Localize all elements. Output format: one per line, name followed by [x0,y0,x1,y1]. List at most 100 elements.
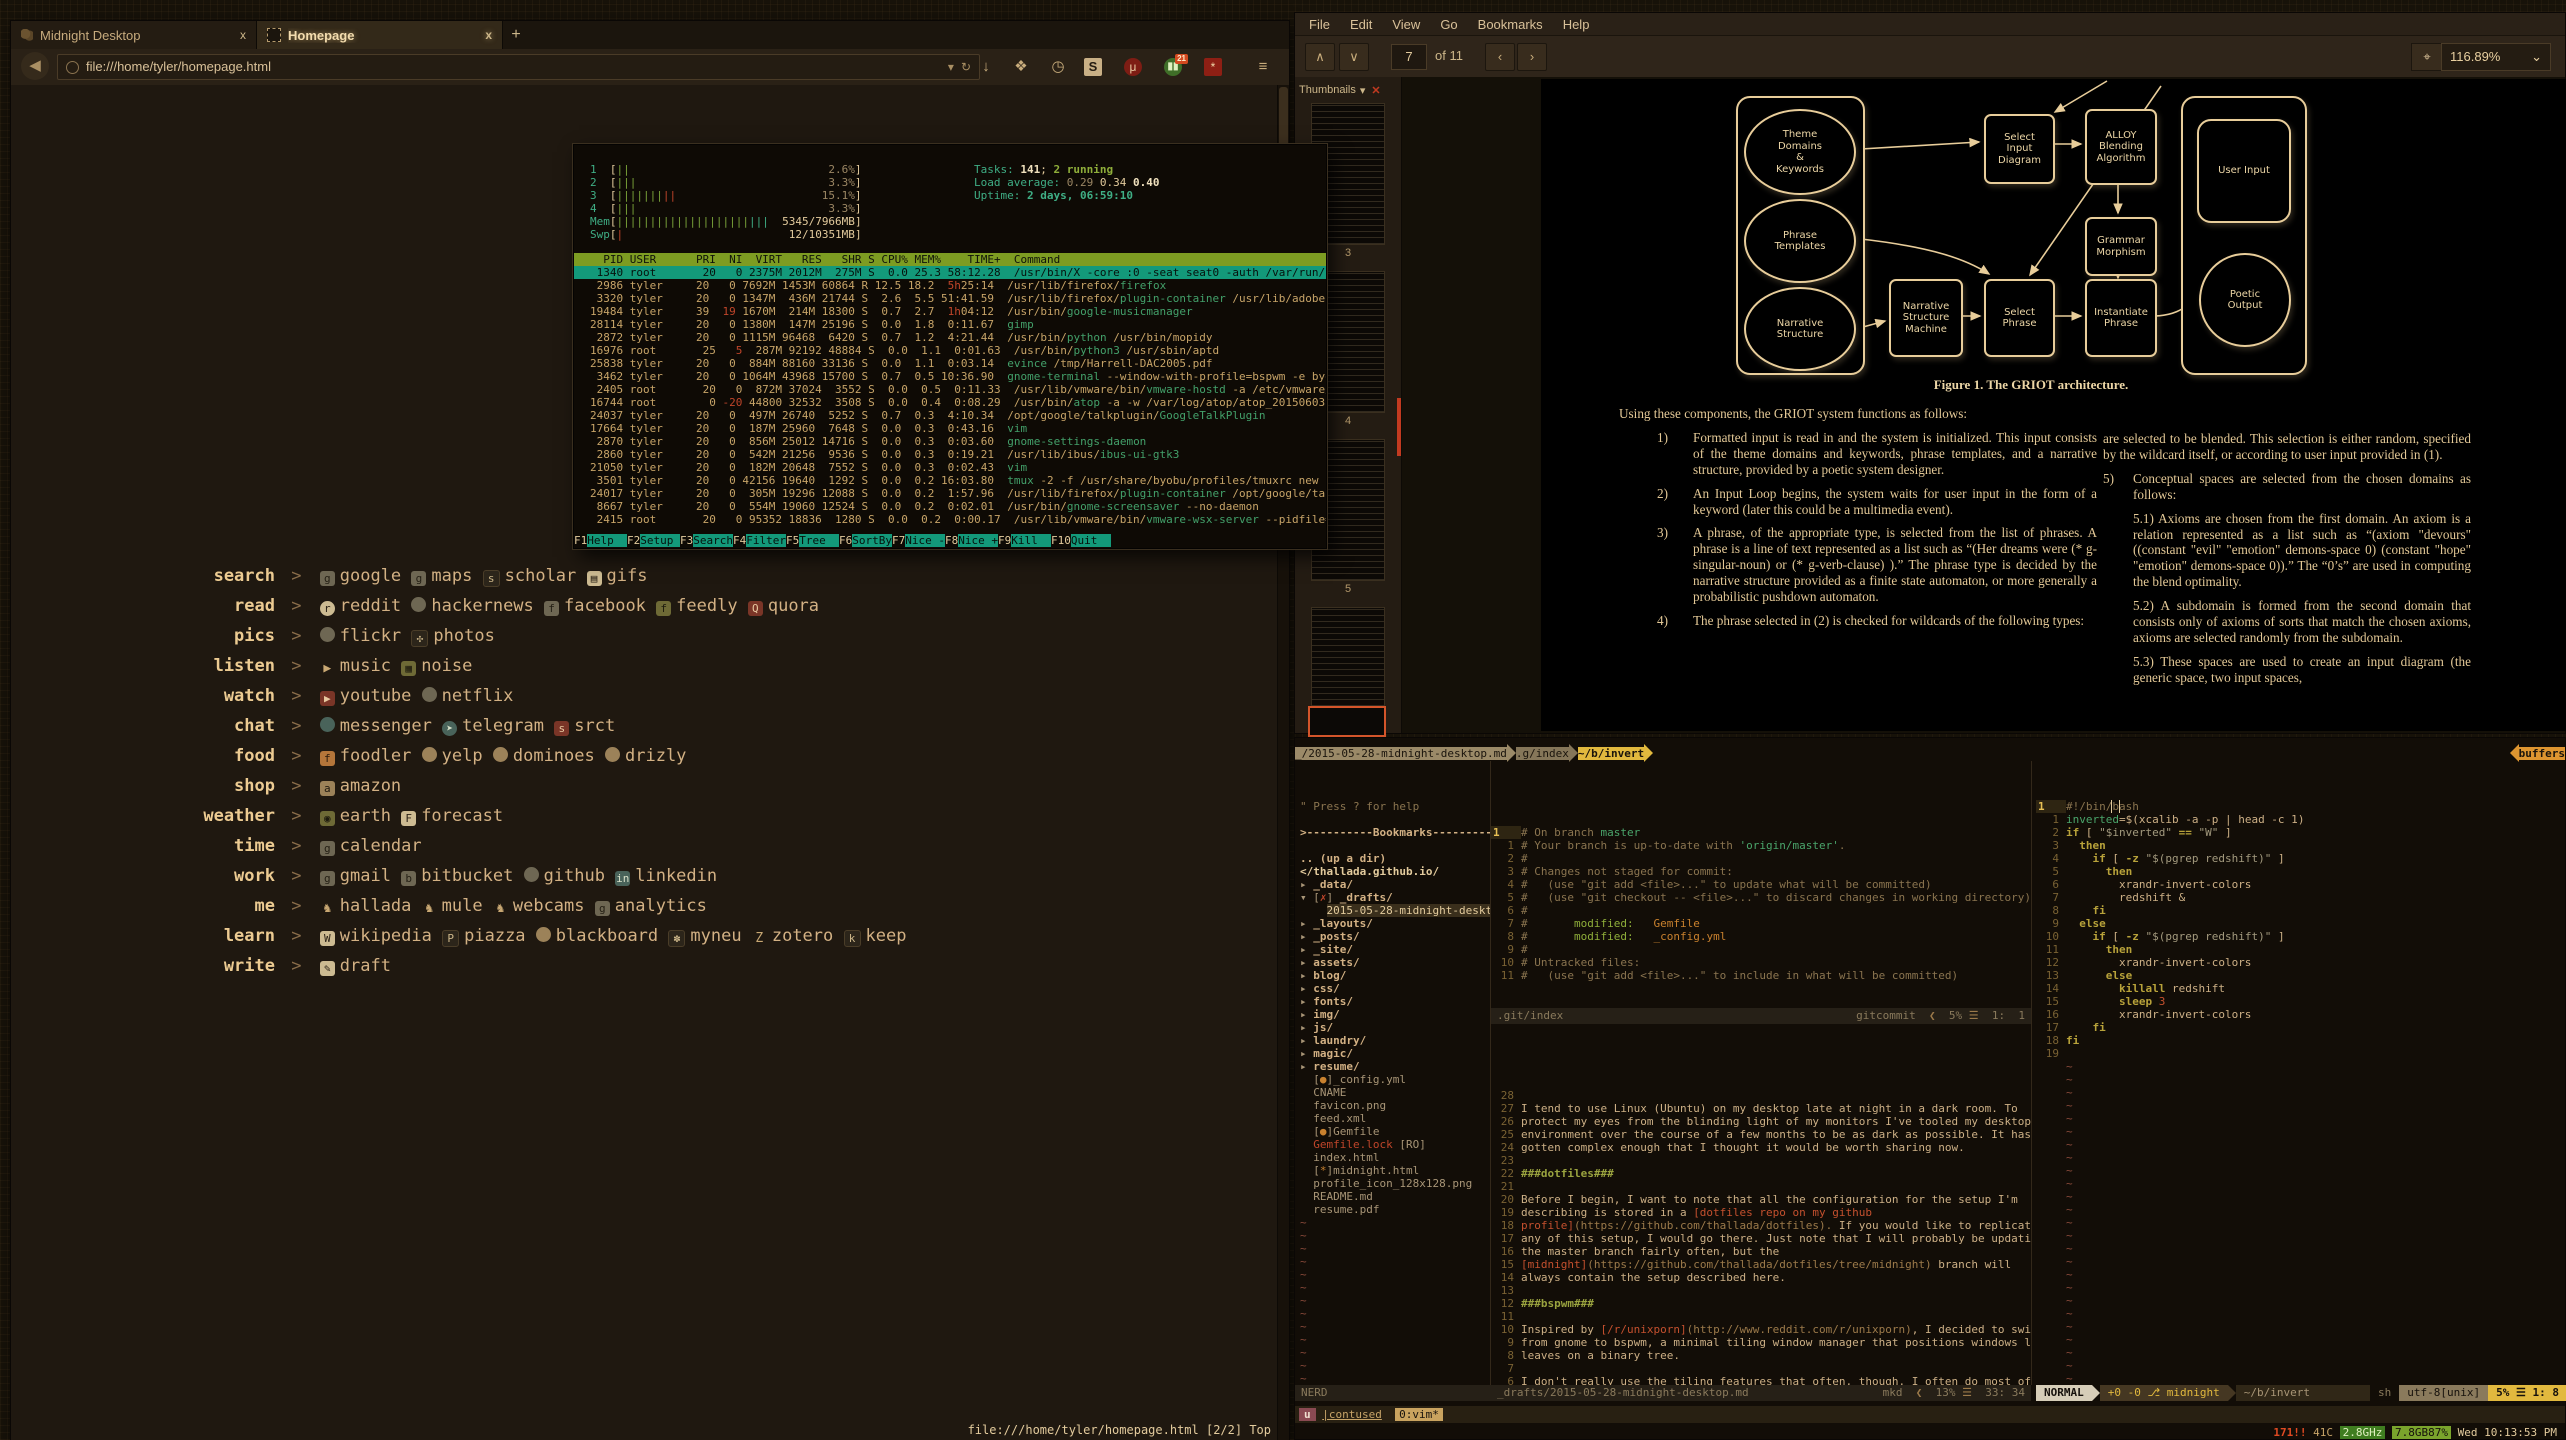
htop-f5[interactable]: F5 [786,534,799,547]
link-mule[interactable]: mule [442,896,483,916]
htop-f8[interactable]: F8 [945,534,958,547]
link-foodler[interactable]: foodler [340,746,412,766]
link-google[interactable]: google [340,566,401,586]
htop-f3[interactable]: F3 [680,534,693,547]
link-photos[interactable]: photos [433,626,494,646]
link-draft[interactable]: draft [340,956,391,976]
selected-page-thumbnail[interactable] [1308,706,1386,737]
process-row[interactable]: 2872 tyler 20 0 1115M 96468 6420 S 0.7 1… [574,331,1326,344]
link-flickr[interactable]: flickr [340,626,401,646]
process-row[interactable]: 2860 tyler 20 0 542M 21256 9536 S 0.0 0.… [574,448,1326,461]
crosshair-tool-icon[interactable]: ⌖ [2411,43,2443,71]
page-up-button[interactable]: ∧ [1305,43,1335,71]
page-number-input[interactable]: 7 [1391,44,1427,70]
link-hallada[interactable]: hallada [340,896,412,916]
menu-item[interactable]: Help [1563,17,1590,32]
s-extension-icon[interactable]: S [1084,58,1102,76]
invert-script-pane[interactable]: 1#!/bin/bash1inverted=$(xcalib -a -p | h… [2036,761,2566,1385]
nerdtree-pane[interactable]: " Press ? for help >----------Bookmarks-… [1295,761,1491,1385]
link-music[interactable]: music [340,656,391,676]
link-forecast[interactable]: forecast [421,806,503,826]
tab-close-icon[interactable]: x [485,28,492,42]
link-quora[interactable]: quora [768,596,819,616]
zoom-control[interactable]: 116.89% ⌄ [2441,43,2551,71]
process-row[interactable]: 21050 tyler 20 0 182M 20648 7552 S 0.0 0… [574,461,1326,474]
link-youtube[interactable]: youtube [340,686,412,706]
sidebar-caret-icon[interactable]: ▾ [1360,84,1366,97]
link-analytics[interactable]: analytics [615,896,707,916]
lastpass-asterisk-icon[interactable]: * [1204,58,1222,76]
buffer-tab-git-index[interactable]: .g/index [1516,747,1569,760]
sidebar-title[interactable]: Thumbnails [1299,84,1356,96]
menu-item[interactable]: Bookmarks [1478,17,1543,32]
htop-f10[interactable]: F10 [1051,534,1071,547]
reload-icon[interactable]: ↻ [961,55,971,79]
link-noise[interactable]: noise [421,656,472,676]
htop-f2[interactable]: F2 [627,534,640,547]
process-row[interactable]: 17664 tyler 20 0 187M 25960 7648 S 0.0 0… [574,422,1326,435]
link-gifs[interactable]: gifs [607,566,648,586]
link-bitbucket[interactable]: bitbucket [421,866,513,886]
link-piazza[interactable]: piazza [464,926,525,946]
link-github[interactable]: github [544,866,605,886]
link-srct[interactable]: srct [574,716,615,736]
link-blackboard[interactable]: blackboard [556,926,658,946]
process-row[interactable]: 16976 root 25 5 287M 92192 48884 S 0.0 1… [574,344,1326,357]
process-row[interactable]: 16744 root 0 -20 44800 32532 3508 S 0.0 … [574,396,1326,409]
link-telegram[interactable]: telegram [462,716,544,736]
link-webcams[interactable]: webcams [513,896,585,916]
link-messenger[interactable]: messenger [340,716,432,736]
process-row[interactable]: 2986 tyler 20 0 7692M 1453M 60864 R 12.5… [574,279,1326,292]
htop-f6[interactable]: F6 [839,534,852,547]
menu-item[interactable]: Edit [1350,17,1372,32]
process-row[interactable]: 1340 root 20 0 2375M 2012M 275M S 0.0 25… [574,266,1326,279]
link-hackernews[interactable]: hackernews [431,596,533,616]
process-row[interactable]: 2870 tyler 20 0 856M 25012 14716 S 0.0 0… [574,435,1326,448]
link-keep[interactable]: keep [866,926,907,946]
back-button[interactable]: ◀ [21,52,49,80]
process-table-header[interactable]: PID USER PRI NI VIRT RES SHR S CPU% MEM%… [574,253,1326,266]
vim-middle-pane[interactable]: 1# On branch master1# Your branch is up-… [1491,761,2032,1385]
link-amazon[interactable]: amazon [340,776,401,796]
hamburger-menu-icon[interactable]: ≡ [1251,55,1275,79]
process-row[interactable]: 2405 root 20 0 872M 37024 3552 S 0.0 0.5… [574,383,1326,396]
process-row[interactable]: 2415 root 20 0 95352 18836 1280 S 0.0 0.… [574,513,1326,526]
process-row[interactable]: 24017 tyler 20 0 305M 19296 12088 S 0.0 … [574,487,1326,500]
menu-item[interactable]: File [1309,17,1330,32]
link-netflix[interactable]: netflix [442,686,514,706]
link-earth[interactable]: earth [340,806,391,826]
process-row[interactable]: 25838 tyler 20 0 884M 88160 33136 S 0.0 … [574,357,1326,370]
link-scholar[interactable]: scholar [505,566,577,586]
url-dropdown-icon[interactable]: ▾ [948,55,954,79]
chart-extension-icon[interactable]: ▮▮21 [1164,58,1182,76]
process-row[interactable]: 19484 tyler 39 19 1670M 214M 18300 S 0.7… [574,305,1326,318]
link-maps[interactable]: maps [431,566,472,586]
url-bar[interactable]: file:///home/tyler/homepage.html ▾ ↻ [57,54,980,80]
link-feedly[interactable]: feedly [676,596,737,616]
link-zotero[interactable]: zotero [772,926,833,946]
mu-extension-icon[interactable]: μ [1124,58,1142,76]
process-row[interactable]: 24037 tyler 20 0 497M 26740 5252 S 0.7 0… [574,409,1326,422]
link-yelp[interactable]: yelp [442,746,483,766]
history-back-button[interactable]: ‹ [1485,43,1515,71]
menu-item[interactable]: Go [1440,17,1457,32]
buffer-tab-invert[interactable]: ~/b/invert [1578,747,1644,760]
zoom-caret-icon[interactable]: ⌄ [2531,44,2542,70]
nerdtree-current-file[interactable]: 2015-05-28-midnight-deskto [1327,904,1491,917]
htop-f1[interactable]: F1 [574,534,587,547]
link-gmail[interactable]: gmail [340,866,391,886]
link-dominoes[interactable]: dominoes [513,746,595,766]
htop-f4[interactable]: F4 [733,534,746,547]
menu-item[interactable]: View [1392,17,1420,32]
sidebar-close-icon[interactable]: ✕ [1371,84,1380,97]
tmux-window-0-vim[interactable]: 0:vim* [1395,1408,1443,1421]
tab-homepage[interactable]: Homepage x [257,21,503,49]
htop-f7[interactable]: F7 [892,534,905,547]
link-facebook[interactable]: facebook [564,596,646,616]
url-text[interactable]: file:///home/tyler/homepage.html [86,55,941,79]
tab-close-icon[interactable]: x [240,28,246,42]
link-drizly[interactable]: drizly [625,746,686,766]
process-row[interactable]: 3501 tyler 20 0 42156 19640 1292 S 0.0 0… [574,474,1326,487]
link-wikipedia[interactable]: wikipedia [340,926,432,946]
history-clock-icon[interactable]: ◷ [1046,55,1070,79]
